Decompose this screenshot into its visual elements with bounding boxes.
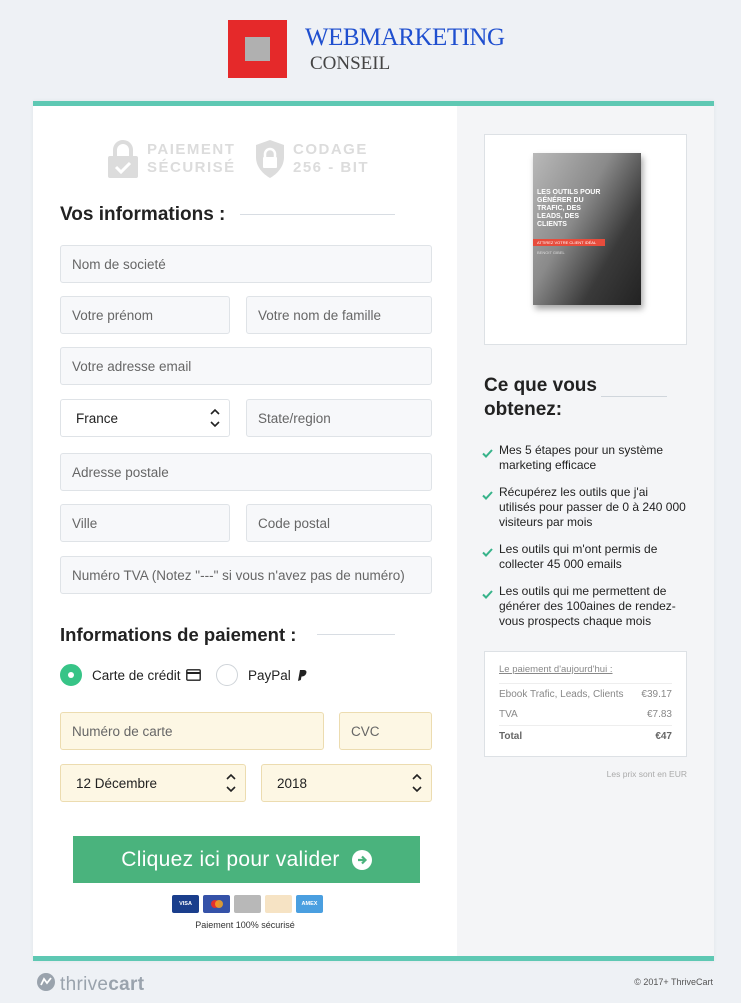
summary-value: €39.17	[641, 688, 672, 700]
summary-row: Ebook Trafic, Leads, Clients €39.17	[499, 683, 672, 704]
card-number-input[interactable]: Numéro de carte	[60, 712, 324, 750]
amex-icon: AMEX	[296, 895, 323, 913]
check-icon	[482, 542, 499, 572]
check-icon	[482, 443, 499, 473]
credit-card-icon	[185, 669, 201, 681]
shield-lock-icon	[255, 139, 285, 179]
section-divider	[601, 396, 667, 397]
order-summary: Le paiement d'aujourd'hui : Ebook Trafic…	[484, 651, 687, 757]
visa-icon: VISA	[172, 895, 199, 913]
logo-mark	[228, 20, 287, 78]
encoding-badge-line1: CODAGE	[293, 141, 368, 158]
benefit-item: Les outils qui me permettent de générer …	[482, 584, 687, 629]
product-image: LES OUTILS POUR GÉNÉRER DU TRAFIC, DES L…	[484, 134, 687, 345]
summary-label: Total	[499, 730, 523, 742]
currency-note: Les prix sont en EUR	[606, 769, 687, 779]
benefits-title: Ce que vous obtenez:	[484, 375, 597, 420]
state-input[interactable]: State/region	[246, 399, 432, 437]
cvc-input[interactable]: CVC	[339, 712, 432, 750]
summary-value: €7.83	[646, 709, 672, 720]
secure-note: Paiement 100% sécurisé	[195, 920, 295, 930]
mastercard-icon	[203, 895, 230, 913]
benefit-text: Les outils qui m'ont permis de collecter…	[499, 542, 658, 571]
summary-label: TVA	[499, 709, 518, 720]
secure-badge-line2: SÉCURISÉ	[147, 159, 236, 176]
arrow-right-icon	[351, 849, 372, 870]
paypal-icon	[296, 669, 307, 682]
section-divider	[240, 214, 395, 215]
payment-section-title: Informations de paiement :	[60, 624, 297, 645]
benefit-text: Les outils qui me permettent de générer …	[499, 584, 676, 628]
ebook-title: LES OUTILS POUR GÉNÉRER DU TRAFIC, DES L…	[537, 189, 601, 228]
submit-label: Cliquez ici pour valider	[121, 847, 340, 871]
paypal-radio-label: PayPal	[248, 667, 291, 683]
address-input[interactable]: Adresse postale	[60, 453, 432, 491]
summary-total-row: Total €47	[499, 725, 672, 746]
ebook-author: BENOIT GIBEL	[537, 250, 565, 255]
info-section-title: Vos informations :	[60, 204, 226, 225]
expiry-month-value: 12 Décembre	[76, 775, 158, 791]
card-logos: VISA AMEX	[172, 895, 323, 913]
secure-payment-badge: PAIEMENT SÉCURISÉ	[107, 139, 236, 179]
summary-row: TVA €7.83	[499, 704, 672, 725]
thrivecart-icon	[37, 973, 55, 996]
order-sidebar: LES OUTILS POUR GÉNÉRER DU TRAFIC, DES L…	[457, 106, 714, 956]
section-divider	[317, 634, 395, 635]
select-arrows-icon	[412, 772, 422, 794]
submit-button[interactable]: Cliquez ici pour valider	[73, 836, 420, 883]
payment-method-paypal[interactable]: PayPal	[216, 664, 307, 686]
city-input[interactable]: Ville	[60, 504, 230, 542]
paypal-radio[interactable]	[216, 664, 238, 686]
benefit-item: Les outils qui m'ont permis de collecter…	[482, 542, 687, 572]
ebook-cover: LES OUTILS POUR GÉNÉRER DU TRAFIC, DES L…	[533, 153, 641, 305]
check-icon	[482, 584, 499, 629]
thrivecart-logo[interactable]: thrivecart	[37, 973, 144, 996]
footer-brand-part1: thrive	[60, 973, 109, 995]
secure-badge-line1: PAIEMENT	[147, 141, 236, 158]
logo-line1: WEBMARKETING	[305, 24, 505, 51]
discover-icon	[265, 895, 292, 913]
summary-heading: Le paiement d'aujourd'hui :	[499, 664, 613, 675]
checkout-form: PAIEMENT SÉCURISÉ CODAGE 256 - BIT Vos i…	[33, 106, 457, 956]
benefit-text: Mes 5 étapes pour un système marketing e…	[499, 443, 664, 472]
expiry-month-select[interactable]: 12 Décembre	[60, 764, 246, 802]
checkout-card: PAIEMENT SÉCURISÉ CODAGE 256 - BIT Vos i…	[33, 101, 714, 961]
expiry-year-value: 2018	[277, 775, 308, 791]
benefit-text: Récupérez les outils que j'ai utilisés p…	[499, 485, 686, 529]
select-arrows-icon	[226, 772, 236, 794]
summary-label: Ebook Trafic, Leads, Clients	[499, 688, 624, 700]
summary-value: €47	[655, 730, 672, 742]
lastname-input[interactable]: Votre nom de famille	[246, 296, 432, 334]
country-value: France	[76, 410, 119, 426]
firstname-input[interactable]: Votre prénom	[60, 296, 230, 334]
country-select[interactable]: France	[60, 399, 230, 437]
company-input[interactable]: Nom de societé	[60, 245, 432, 283]
vat-input[interactable]: Numéro TVA (Notez "---" si vous n'avez p…	[60, 556, 432, 594]
card-radio-label: Carte de crédit	[92, 667, 181, 683]
discover-icon	[234, 895, 261, 913]
logo-line2: CONSEIL	[310, 53, 391, 74]
card-radio[interactable]	[60, 664, 82, 686]
benefit-item: Récupérez les outils que j'ai utilisés p…	[482, 485, 687, 530]
copyright: © 2017+ ThriveCart	[634, 977, 713, 987]
benefit-item: Mes 5 étapes pour un système marketing e…	[482, 443, 687, 473]
footer-brand-part2: cart	[108, 973, 145, 995]
payment-method-card[interactable]: Carte de crédit	[60, 664, 201, 686]
zip-input[interactable]: Code postal	[246, 504, 432, 542]
lock-check-icon	[107, 139, 139, 179]
encoding-badge: CODAGE 256 - BIT	[255, 139, 369, 179]
brand-logo: WEBMARKETING CONSEIL	[228, 20, 528, 80]
encoding-badge-line2: 256 - BIT	[293, 159, 370, 176]
email-input[interactable]: Votre adresse email	[60, 347, 432, 385]
expiry-year-select[interactable]: 2018	[261, 764, 432, 802]
select-arrows-icon	[210, 407, 220, 429]
ebook-band: ATTIREZ VOTRE CLIENT IDÉAL	[533, 239, 605, 246]
check-icon	[482, 485, 499, 530]
